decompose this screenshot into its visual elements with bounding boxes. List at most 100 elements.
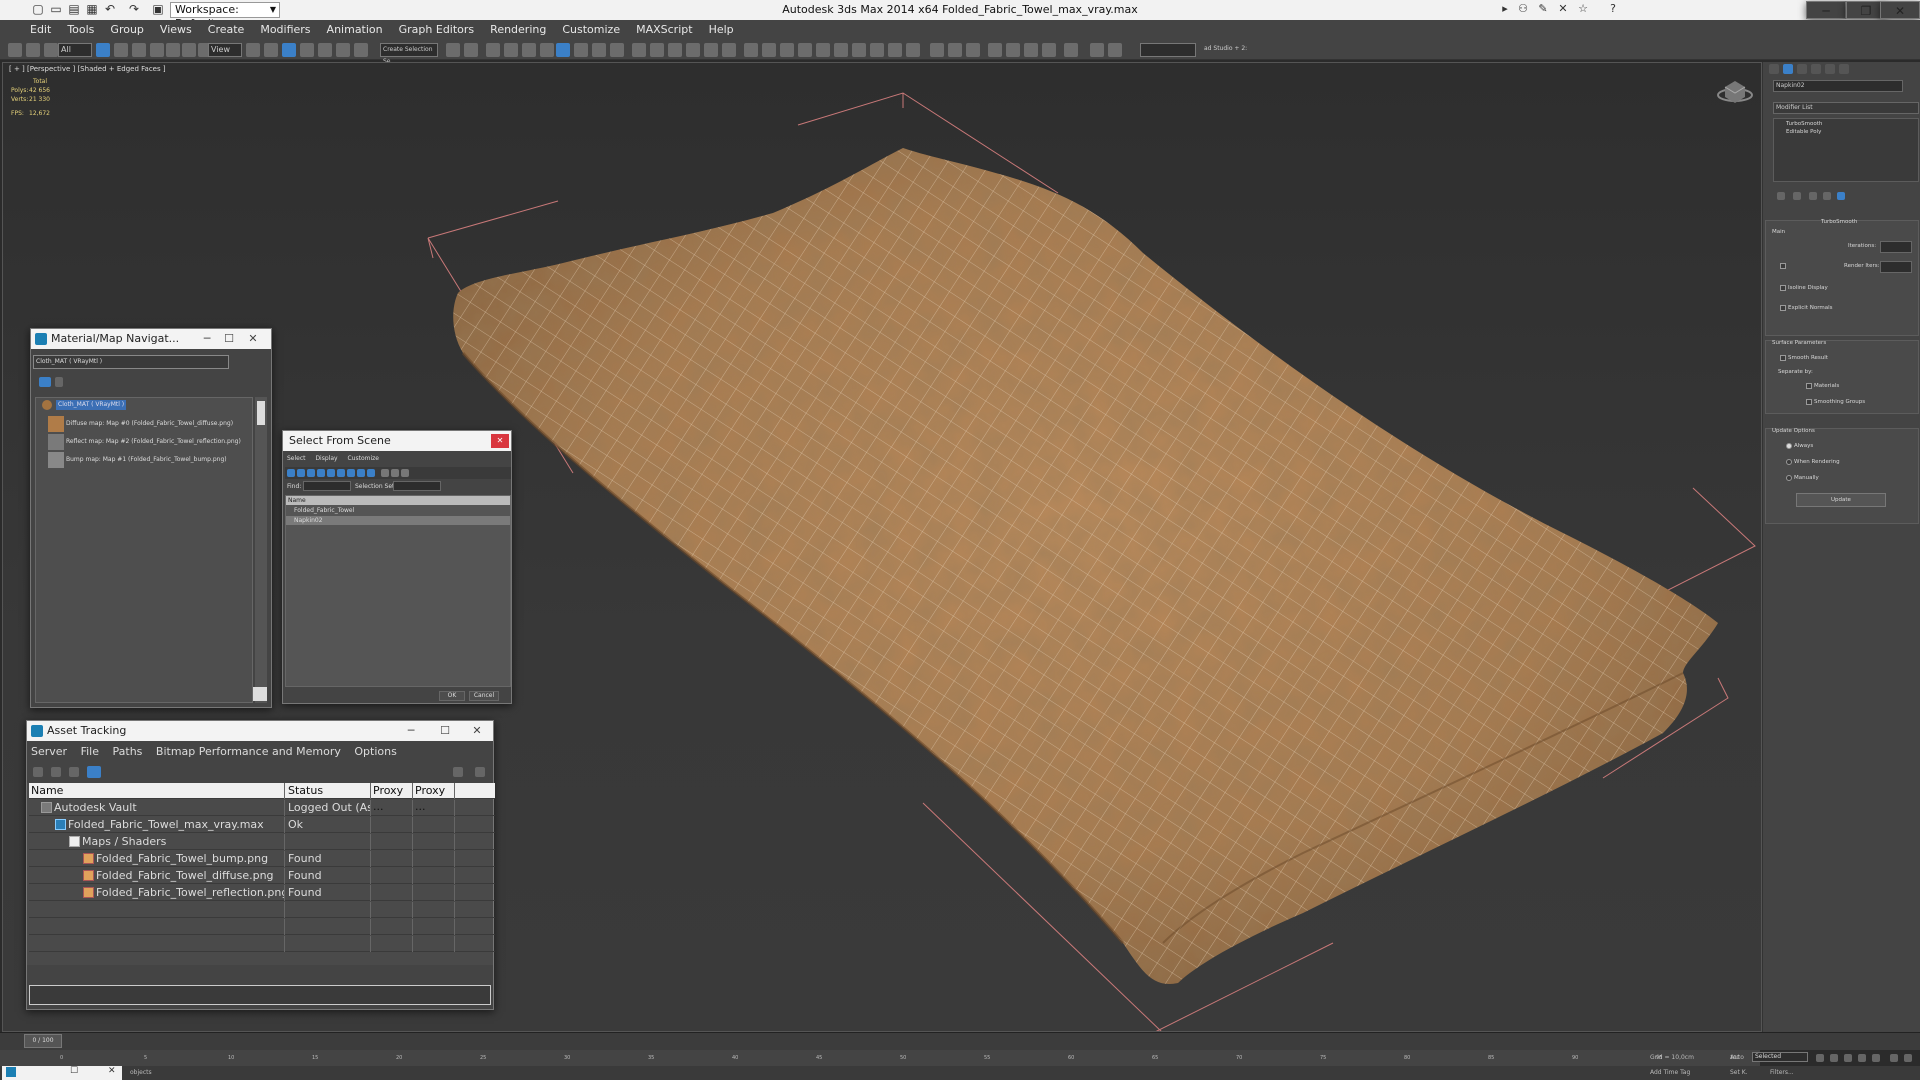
toggle-icon-4[interactable] bbox=[988, 43, 1002, 57]
scrollbar-thumb[interactable] bbox=[257, 401, 265, 425]
menu-animation[interactable]: Animation bbox=[319, 20, 391, 40]
table-row[interactable]: Folded_Fabric_Towel_diffuse.png Found bbox=[29, 868, 495, 884]
window-crossing-icon[interactable] bbox=[150, 43, 164, 57]
modify-tab-icon[interactable] bbox=[1783, 64, 1793, 74]
menu-modifiers[interactable]: Modifiers bbox=[252, 20, 318, 40]
asset-menu-server[interactable]: Server bbox=[31, 745, 67, 758]
filter-geometry-icon[interactable] bbox=[287, 469, 295, 477]
spinner-snap-icon[interactable] bbox=[354, 43, 368, 57]
view-list-icon[interactable] bbox=[39, 377, 51, 387]
help-icon[interactable] bbox=[453, 767, 463, 777]
stack-item-turbosmooth[interactable]: TurboSmooth bbox=[1786, 121, 1822, 127]
filter-shapes-icon[interactable] bbox=[297, 469, 305, 477]
tree-item-bump[interactable]: Bump map: Map #1 (Folded_Fabric_Towel_bu… bbox=[66, 456, 227, 463]
menu-help[interactable]: Help bbox=[701, 20, 742, 40]
material-editor-icon[interactable] bbox=[556, 43, 570, 57]
toggle-icon-3[interactable] bbox=[966, 43, 980, 57]
navigator-resize-handle[interactable] bbox=[253, 687, 267, 701]
explicit-normals-checkbox[interactable] bbox=[1780, 305, 1786, 311]
update-button[interactable]: Update bbox=[1796, 493, 1886, 507]
redo-icon[interactable]: ↷ bbox=[126, 2, 142, 16]
schematic-view-icon[interactable] bbox=[540, 43, 554, 57]
binoculars-icon[interactable]: ⚇ bbox=[1514, 2, 1532, 18]
toggle-icon-1[interactable] bbox=[930, 43, 944, 57]
select-by-name-icon[interactable] bbox=[114, 43, 128, 57]
close-icon[interactable]: ✕ bbox=[108, 1066, 116, 1076]
vray-icon-1[interactable] bbox=[632, 43, 646, 57]
menu-maxscript[interactable]: MAXScript bbox=[628, 20, 700, 40]
smoothing-groups-checkbox[interactable] bbox=[1806, 399, 1812, 405]
asset-path-field[interactable] bbox=[29, 985, 491, 1005]
minimize-icon[interactable]: ─ bbox=[1806, 1, 1846, 19]
table-row[interactable]: Autodesk Vault Logged Out (As... bbox=[29, 800, 495, 816]
material-field[interactable]: Cloth_MAT ( VRayMtl ) bbox=[33, 355, 229, 369]
window-title-bar[interactable]: Asset Tracking ─ ☐ ✕ bbox=[27, 721, 493, 741]
play-icon[interactable] bbox=[1844, 1054, 1852, 1062]
filter-groups-icon[interactable] bbox=[347, 469, 355, 477]
mirror-icon[interactable] bbox=[446, 43, 460, 57]
maxscript-listener-mini[interactable]: ☐ ✕ bbox=[2, 1066, 122, 1080]
asset-menu-bitmap[interactable]: Bitmap Performance and Memory bbox=[156, 745, 341, 758]
render-icon[interactable] bbox=[610, 43, 624, 57]
table-row[interactable]: Folded_Fabric_Towel_bump.png Found bbox=[29, 851, 495, 867]
menu-views[interactable]: Views bbox=[152, 20, 200, 40]
close-icon[interactable]: ✕ bbox=[491, 434, 509, 448]
move-icon[interactable] bbox=[166, 43, 180, 57]
col-proxy-status[interactable]: Proxy ... bbox=[413, 783, 455, 813]
bind-icon[interactable] bbox=[44, 43, 58, 57]
mesh-export-icon[interactable] bbox=[870, 43, 884, 57]
select-all-icon[interactable] bbox=[381, 469, 389, 477]
new-file-icon[interactable]: ▭ bbox=[48, 2, 64, 16]
cancel-button[interactable]: Cancel bbox=[469, 691, 499, 701]
vray-icon-4[interactable] bbox=[686, 43, 700, 57]
remove-modifier-icon[interactable] bbox=[1823, 192, 1831, 200]
menu-group[interactable]: Group bbox=[102, 20, 152, 40]
add-time-tag-label[interactable]: Add Time Tag bbox=[1650, 1069, 1690, 1076]
sfs-menu-customize[interactable]: Customize bbox=[347, 455, 379, 462]
tree-item-material[interactable]: Cloth_MAT ( VRayMtl ) bbox=[56, 400, 127, 410]
menu-customize[interactable]: Customize bbox=[554, 20, 628, 40]
sfs-row[interactable]: Folded_Fabric_Towel bbox=[286, 506, 510, 515]
viewcube-icon[interactable] bbox=[1717, 81, 1753, 103]
refresh-icon[interactable] bbox=[51, 767, 61, 777]
display-tab-icon[interactable] bbox=[1825, 64, 1835, 74]
sfs-find-input[interactable] bbox=[303, 481, 351, 491]
link-icon[interactable] bbox=[8, 43, 22, 57]
table-row[interactable]: Folded_Fabric_Towel_reflection.png Found bbox=[29, 885, 495, 901]
menu-tools[interactable]: Tools bbox=[59, 20, 102, 40]
filter-xrefs-icon[interactable] bbox=[357, 469, 365, 477]
vray-icon-5[interactable] bbox=[704, 43, 718, 57]
vray-icon-3[interactable] bbox=[668, 43, 682, 57]
table-row[interactable]: Folded_Fabric_Towel_max_vray.max Ok bbox=[29, 817, 495, 833]
app-menu-icon[interactable]: ▢ bbox=[30, 2, 46, 16]
make-unique-icon[interactable] bbox=[1809, 192, 1817, 200]
tree-view-icon[interactable] bbox=[87, 766, 101, 778]
sfs-menu-display[interactable]: Display bbox=[315, 455, 337, 462]
time-slider-thumb[interactable]: 0 / 100 bbox=[24, 1034, 62, 1048]
sfs-column-header[interactable]: Name bbox=[286, 496, 510, 505]
asset-menu-paths[interactable]: Paths bbox=[113, 745, 143, 758]
angle-snap-icon[interactable] bbox=[318, 43, 332, 57]
vray-icon-2[interactable] bbox=[650, 43, 664, 57]
select-object-icon[interactable] bbox=[96, 43, 110, 57]
menu-rendering[interactable]: Rendering bbox=[482, 20, 554, 40]
star-icon[interactable]: ☆ bbox=[1574, 2, 1592, 18]
ok-button[interactable]: OK bbox=[439, 691, 465, 701]
percent-snap-icon[interactable] bbox=[336, 43, 350, 57]
key-filter-selected-dropdown[interactable]: Selected bbox=[1752, 1052, 1808, 1062]
filter-lights-icon[interactable] bbox=[307, 469, 315, 477]
track-bar[interactable]: 0 5 10 15 20 25 30 35 40 45 50 55 60 65 … bbox=[0, 1050, 1760, 1066]
stack-item-editable-poly[interactable]: Editable Poly bbox=[1786, 129, 1821, 135]
toggle-icon-8[interactable] bbox=[1064, 43, 1078, 57]
asset-menu-options[interactable]: Options bbox=[354, 745, 396, 758]
render-iters-spinner[interactable] bbox=[1880, 261, 1912, 273]
toggle-icon-5[interactable] bbox=[1006, 43, 1020, 57]
render-setup-icon[interactable] bbox=[574, 43, 588, 57]
sun-icon[interactable] bbox=[798, 43, 812, 57]
toggle-icon-2[interactable] bbox=[948, 43, 962, 57]
help-icon[interactable]: ? bbox=[1604, 2, 1622, 18]
ref-coord-dropdown[interactable]: View bbox=[208, 43, 242, 57]
sfs-selection-set-dropdown[interactable] bbox=[393, 481, 441, 491]
tree-item-reflect[interactable]: Reflect map: Map #2 (Folded_Fabric_Towel… bbox=[66, 438, 241, 445]
selection-filter-dropdown[interactable]: All bbox=[58, 43, 92, 57]
